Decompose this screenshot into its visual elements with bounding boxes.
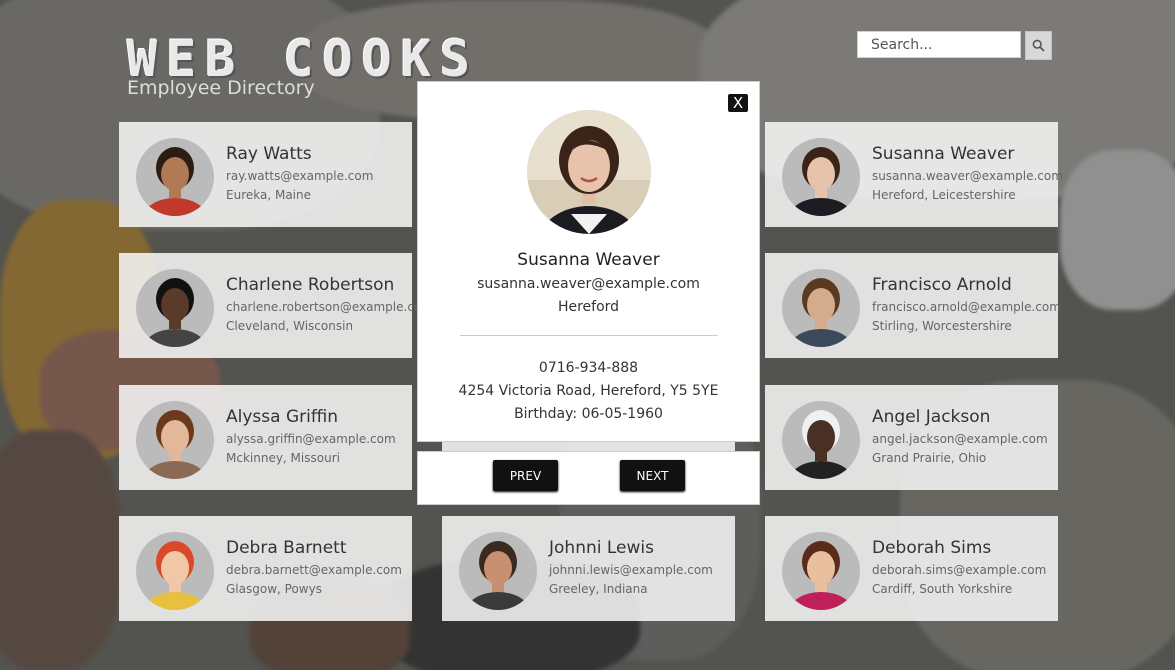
employee-avatar [459,532,537,610]
modal-employee-birthday: Birthday: 06-05-1960 [514,406,663,422]
employee-card[interactable]: Johnni Lewis johnni.lewis@example.com Gr… [442,516,735,621]
employee-card[interactable]: Susanna Weaver susanna.weaver@example.co… [765,122,1063,227]
divider [460,335,718,336]
employee-avatar [136,269,214,347]
employee-card[interactable]: Charlene Robertson charlene.robertson@ex… [119,253,433,358]
search-icon [1032,39,1045,52]
employee-card[interactable]: Debra Barnett debra.barnett@example.com … [119,516,412,621]
employee-avatar [782,269,860,347]
employee-email: debra.barnett@example.com [226,563,402,577]
modal-employee-address: 4254 Victoria Road, Hereford, Y5 5YE [458,383,719,399]
employee-location: Cleveland, Wisconsin [226,319,354,333]
employee-location: Grand Prairie, Ohio [872,451,987,465]
employee-avatar [782,532,860,610]
employee-card[interactable]: Alyssa Griffin alyssa.griffin@example.co… [119,385,412,490]
employee-location: Cardiff, South Yorkshire [872,582,1013,596]
modal-employee-city: Hereford [557,299,620,315]
employee-location: Glasgow, Powys [226,582,322,596]
employee-email: deborah.sims@example.com [872,563,1047,577]
employee-name: Angel Jackson [872,407,991,427]
modal-avatar [527,110,651,234]
modal-employee-email: susanna.weaver@example.com [477,276,700,292]
employee-card[interactable]: Ray Watts ray.watts@example.com Eureka, … [119,122,412,227]
prev-button[interactable]: PREV [493,460,558,491]
employee-email: francisco.arnold@example.com [872,300,1061,314]
employee-location: Greeley, Indiana [549,582,648,596]
next-button[interactable]: NEXT [620,460,685,491]
employee-email: susanna.weaver@example.com [872,169,1063,183]
modal-employee-phone: 0716-934-888 [538,360,639,376]
search-bar [857,31,1052,60]
employee-email: johnni.lewis@example.com [549,563,713,577]
employee-name: Susanna Weaver [872,144,1015,164]
employee-name: Charlene Robertson [226,275,395,295]
close-button[interactable]: X [728,94,748,112]
search-input[interactable] [857,31,1021,58]
employee-email: angel.jackson@example.com [872,432,1048,446]
employee-name: Johnni Lewis [549,538,654,558]
page-subtitle: Employee Directory [127,77,315,99]
employee-avatar [136,401,214,479]
employee-card[interactable]: Deborah Sims deborah.sims@example.com Ca… [765,516,1058,621]
employee-card[interactable]: Francisco Arnold francisco.arnold@exampl… [765,253,1061,358]
employee-avatar [782,138,860,216]
employee-location: Eureka, Maine [226,188,311,202]
employee-avatar [136,532,214,610]
employee-avatar [136,138,214,216]
employee-card[interactable]: Angel Jackson angel.jackson@example.com … [765,385,1058,490]
employee-name: Francisco Arnold [872,275,1012,295]
employee-location: Hereford, Leicestershire [872,188,1016,202]
employee-name: Alyssa Griffin [226,407,339,427]
modal-navigation: PREV NEXT [417,451,760,505]
employee-email: charlene.robertson@example.com [226,300,433,314]
search-button[interactable] [1025,31,1052,60]
employee-modal: X Susanna Weaver susanna.weaver@example.… [417,81,760,442]
employee-email: ray.watts@example.com [226,169,374,183]
employee-name: Ray Watts [226,144,312,164]
employee-avatar [782,401,860,479]
employee-email: alyssa.griffin@example.com [226,432,396,446]
employee-name: Deborah Sims [872,538,992,558]
employee-location: Stirling, Worcestershire [872,319,1012,333]
employee-name: Debra Barnett [226,538,347,558]
modal-employee-name: Susanna Weaver [517,250,660,270]
employee-location: Mckinney, Missouri [226,451,340,465]
